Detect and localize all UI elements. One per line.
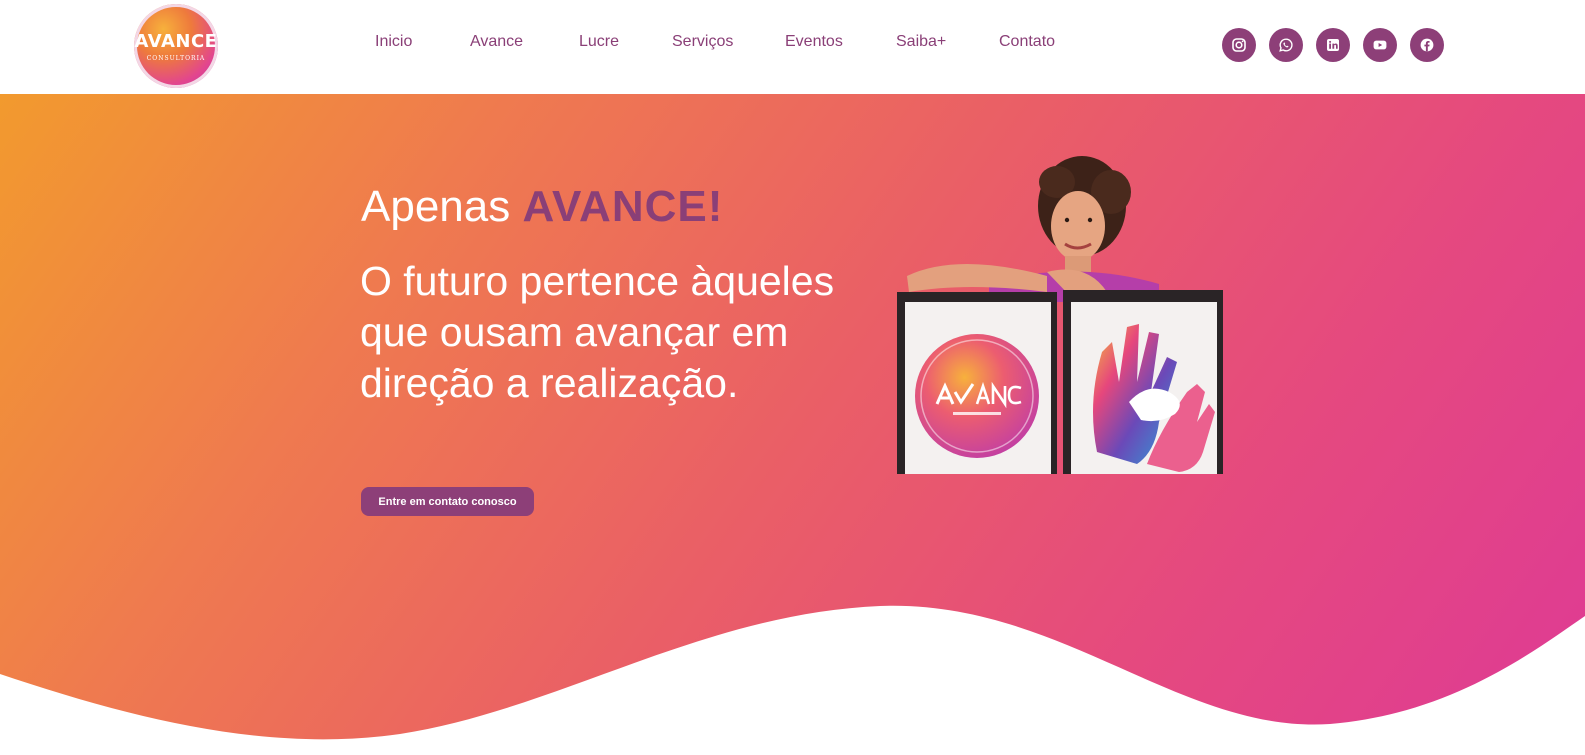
nav-item-lucre[interactable]: Lucre <box>579 33 619 51</box>
nav-item-contato[interactable]: Contato <box>999 33 1055 51</box>
contact-cta-button[interactable]: Entre em contato conosco <box>361 487 534 516</box>
page: AVANCE CONSULTORIA Inicio Avance Lucre S… <box>0 0 1585 755</box>
logo-word: AVANCE <box>134 30 218 52</box>
hero-section: Apenas AVANCE! O futuro pertence àqueles… <box>0 94 1585 755</box>
nav-item-inicio[interactable]: Inicio <box>375 33 412 51</box>
hero-photo <box>897 156 1223 474</box>
linkedin-button[interactable] <box>1316 28 1350 62</box>
logo-content: AVANCE CONSULTORIA <box>134 4 218 88</box>
nav-item-servicos[interactable]: Serviços <box>672 33 733 51</box>
facebook-button[interactable] <box>1410 28 1444 62</box>
youtube-button[interactable] <box>1363 28 1397 62</box>
hero-title: Apenas AVANCE! <box>361 182 723 232</box>
hero-title-accent: AVANCE! <box>522 182 724 231</box>
nav-item-avance[interactable]: Avance <box>470 33 523 51</box>
whatsapp-icon <box>1279 38 1293 52</box>
site-header: AVANCE CONSULTORIA Inicio Avance Lucre S… <box>0 0 1585 94</box>
facebook-icon <box>1420 38 1434 52</box>
instagram-button[interactable] <box>1222 28 1256 62</box>
nav-item-eventos[interactable]: Eventos <box>785 33 843 51</box>
youtube-icon <box>1373 40 1387 50</box>
logo-subtitle: CONSULTORIA <box>146 54 206 62</box>
nav-item-saiba[interactable]: Saiba+ <box>896 33 946 51</box>
linkedin-icon <box>1327 39 1339 51</box>
instagram-icon <box>1232 38 1246 52</box>
brand-logo[interactable]: AVANCE CONSULTORIA <box>134 4 218 88</box>
hero-title-prefix: Apenas <box>361 182 523 231</box>
whatsapp-button[interactable] <box>1269 28 1303 62</box>
wave-divider <box>0 605 1585 755</box>
hero-subtitle: O futuro pertence àqueles que ousam avan… <box>360 258 835 406</box>
